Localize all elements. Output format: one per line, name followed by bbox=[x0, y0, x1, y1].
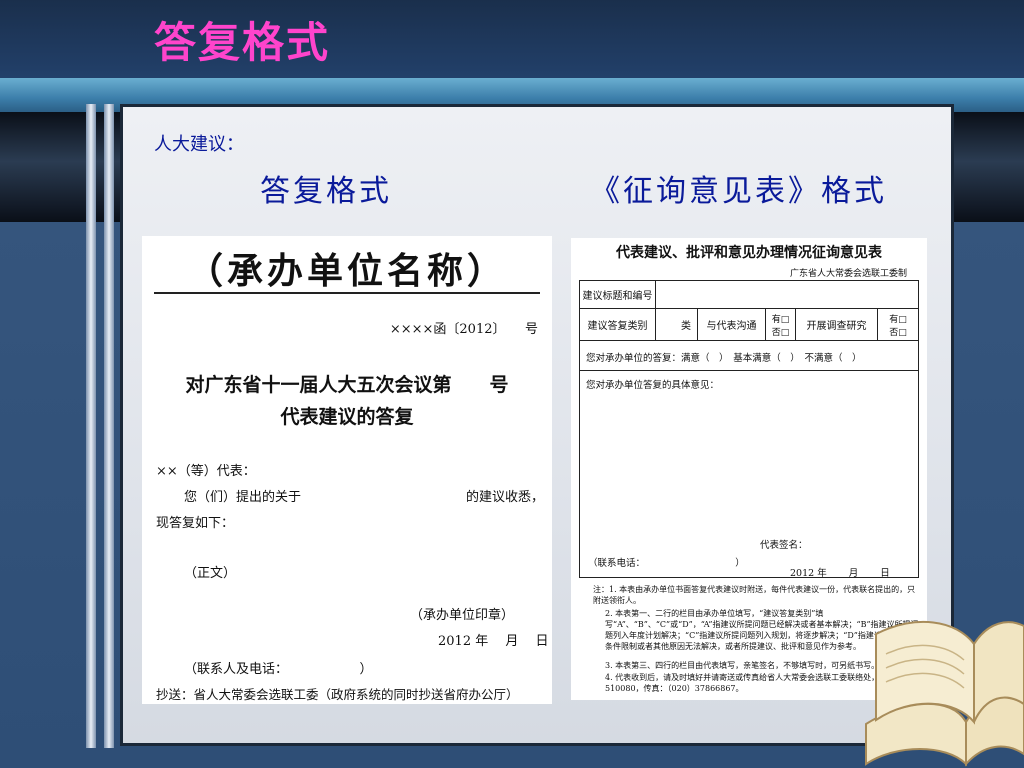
table-row: 您对承办单位答复的具体意见： 代表签名： （联系电话： ） 2012 年 月 日 bbox=[580, 371, 918, 579]
cc-line: 抄送：省人大常委会选联工委（政府系统的同时抄送省府办公厅） bbox=[156, 687, 519, 702]
satisfaction-row: 您对承办单位的答复：满意（ ） 基本满意（ ） 不满意（ ） bbox=[586, 353, 862, 364]
body-line1-end: 的建议收悉， bbox=[466, 490, 545, 505]
body-line1-start: 您（们）提出的关于 bbox=[184, 490, 302, 505]
form-date: 2012 年 月 日 bbox=[790, 568, 890, 579]
survey-table: 建议标题和编号 建议答复类别 类 与代表沟通 有□ 否□ 开展调查研究 有□ 否… bbox=[579, 280, 919, 579]
open-book-icon bbox=[865, 621, 1024, 767]
form-title: 代表建议、批评和意见办理情况征询意见表 bbox=[616, 245, 882, 261]
heading-reply-format: 答复格式 bbox=[260, 174, 392, 209]
form-issuer: 广东省人大常委会选联工委制 bbox=[789, 269, 907, 279]
slide-title: 答复格式 bbox=[154, 18, 331, 67]
row2-yes-no-2: 有□ 否□ bbox=[878, 309, 918, 340]
row2-class: 类 bbox=[656, 309, 698, 340]
reply-document-image: （承办单位名称） ××××函〔2012〕 号 对广东省十一届人大五次会议第 号 … bbox=[142, 236, 552, 704]
opinion-row: 您对承办单位答复的具体意见： bbox=[586, 380, 720, 391]
yes-checkbox: 有□ bbox=[889, 314, 907, 325]
reply-heading-line2: 代表建议的答复 bbox=[280, 406, 414, 428]
no-checkbox: 否□ bbox=[771, 327, 790, 338]
table-row: 建议标题和编号 bbox=[580, 281, 918, 309]
table-row: 您对承办单位的答复：满意（ ） 基本满意（ ） 不满意（ ） bbox=[580, 341, 918, 371]
title-rule bbox=[154, 292, 540, 294]
phone-line: （联系电话： ） bbox=[588, 558, 745, 569]
decorative-pillar bbox=[86, 104, 96, 748]
row2-label: 建议答复类别 bbox=[580, 309, 656, 340]
salutation: ××（等）代表： bbox=[156, 464, 256, 479]
heading-survey-format: 《征询意见表》格式 bbox=[590, 174, 887, 209]
row1-label: 建议标题和编号 bbox=[580, 281, 656, 308]
reply-date: 2012 年 月 日 bbox=[438, 634, 549, 649]
table-row: 建议答复类别 类 与代表沟通 有□ 否□ 开展调查研究 有□ 否□ bbox=[580, 309, 918, 341]
contact-line: （联系人及电话： ） bbox=[184, 662, 373, 677]
row2-survey: 开展调查研究 bbox=[796, 309, 878, 340]
reference-number: ××××函〔2012〕 号 bbox=[389, 322, 538, 337]
section-label: 人大建议： bbox=[154, 134, 244, 155]
org-title: （承办单位名称） bbox=[186, 250, 507, 292]
yes-checkbox: 有□ bbox=[771, 314, 790, 325]
reply-heading-line1: 对广东省十一届人大五次会议第 号 bbox=[185, 374, 509, 396]
signature-line: 代表签名： bbox=[760, 540, 808, 551]
unit-seal: （承办单位印章） bbox=[410, 608, 515, 623]
row2-yes-no-1: 有□ 否□ bbox=[766, 309, 796, 340]
row2-contact: 与代表沟通 bbox=[698, 309, 766, 340]
decorative-pillar bbox=[104, 104, 114, 748]
body-line2: 现答复如下： bbox=[156, 516, 235, 531]
main-text-placeholder: （正文） bbox=[184, 566, 237, 581]
no-checkbox: 否□ bbox=[889, 327, 907, 338]
note-1: 注：1. 本表由承办单位书面答复代表建议时附送，每件代表建议一份，代表联名提出的… bbox=[593, 585, 916, 605]
